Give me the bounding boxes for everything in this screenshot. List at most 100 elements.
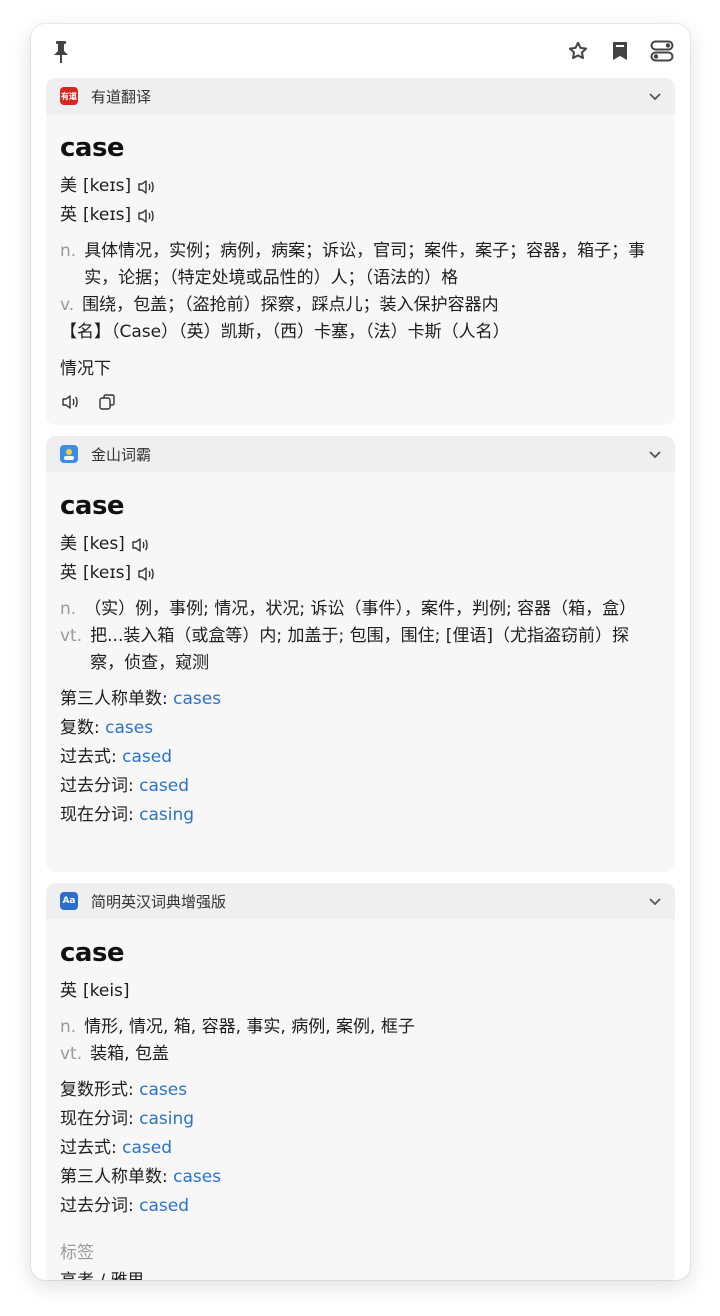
definition-text: 装箱, 包盖 [90, 1044, 169, 1064]
phonetic-label: 英 [60, 981, 77, 1001]
youdao-logo-icon: 有道 [60, 87, 78, 105]
word-form-link[interactable]: cased [122, 747, 172, 767]
definition-row: n. 具体情况，实例；病例，病案；诉讼，官司；案件，案子；容器，箱子；事实，论据… [60, 238, 661, 292]
part-of-speech: vt. [60, 1044, 83, 1064]
word-form-row: 第三人称单数: cases [60, 1163, 661, 1192]
word-form-label: 复数形式: [60, 1080, 134, 1100]
chevron-down-icon[interactable] [647, 893, 663, 909]
word-form-link[interactable]: cases [139, 1080, 187, 1100]
toggle-settings-icon[interactable] [650, 39, 674, 63]
toolbar-right [566, 39, 674, 63]
speaker-icon[interactable] [137, 207, 157, 225]
word-form-link[interactable]: cased [122, 1138, 172, 1158]
definition-text: （实）例，事例; 情况，状况; 诉讼（事件），案件，判例; 容器（箱，盒） [84, 599, 637, 619]
card-header[interactable]: Aa 简明英汉词典增强版 [46, 883, 675, 919]
word-form-row: 第三人称单数: cases [60, 685, 661, 714]
definition-row: n. （实）例，事例; 情况，状况; 诉讼（事件），案件，判例; 容器（箱，盒） [60, 596, 661, 623]
definition-text: 把...装入箱（或盒等）内; 加盖于; 包围，围住; [俚语]（尤指盗窃前）探察… [90, 626, 630, 673]
card-header[interactable]: 有道 有道翻译 [46, 78, 675, 114]
speaker-icon[interactable] [60, 391, 82, 413]
word-form-link[interactable]: cases [173, 689, 221, 709]
part-of-speech: n. [60, 599, 77, 619]
word-form-link[interactable]: cases [105, 718, 153, 738]
word-form-label: 第三人称单数: [60, 1167, 168, 1187]
phonetic-label: 美 [60, 176, 77, 196]
part-of-speech: n. [60, 241, 77, 261]
source-name: 简明英汉词典增强版 [91, 892, 227, 911]
translation-result: 情况下 [60, 359, 111, 379]
copy-icon[interactable] [96, 391, 118, 413]
phonetic-uk: 英 [keɪs] [60, 201, 661, 230]
bookmark-icon[interactable] [608, 39, 632, 63]
concise-dictionary-card: Aa 简明英汉词典增强版 case 英 [keis] n. 情形, 情况, 箱,… [46, 883, 675, 1280]
part-of-speech: vt. [60, 626, 83, 646]
chevron-down-icon[interactable] [647, 446, 663, 462]
phonetic-label: 英 [60, 563, 77, 583]
source-name: 金山词霸 [91, 445, 152, 464]
word-form-link[interactable]: cases [173, 1167, 221, 1187]
word-form-label: 过去分词: [60, 776, 134, 796]
definitions: n. （实）例，事例; 情况，状况; 诉讼（事件），案件，判例; 容器（箱，盒）… [60, 596, 661, 677]
definition-text: 围绕，包盖；（盗抢前）探察，踩点儿；装入保护容器内 [82, 295, 499, 315]
definitions: n. 情形, 情况, 箱, 容器, 事实, 病例, 案例, 框子 vt. 装箱,… [60, 1014, 661, 1068]
proper-noun-line: 【名】（Case）（英）凯斯，（西）卡塞，（法）卡斯（人名） [60, 322, 510, 342]
phonetic-us: 美 [keɪs] [60, 172, 661, 201]
speaker-icon[interactable] [131, 536, 151, 554]
headword: case [60, 938, 125, 968]
part-of-speech: n. [60, 1017, 77, 1037]
phonetic-ipa: [keɪs] [83, 205, 132, 225]
definitions: n. 具体情况，实例；病例，病案；诉讼，官司；案件，案子；容器，箱子；事实，论据… [60, 238, 661, 346]
youdao-card: 有道 有道翻译 case 美 [keɪs] 英 [keɪs] n. 具体情况，实… [46, 78, 675, 425]
word-form-row: 过去式: cased [60, 1134, 661, 1163]
part-of-speech: v. [60, 295, 75, 315]
jinshan-logo-icon [60, 445, 78, 463]
star-icon[interactable] [566, 39, 590, 63]
tags-value: 高考 / 雅思 [60, 1267, 661, 1280]
word-form-link[interactable]: cased [139, 776, 189, 796]
definition-text: 具体情况，实例；病例，病案；诉讼，官司；案件，案子；容器，箱子；事实，论据；（特… [84, 241, 646, 288]
word-form-row: 现在分词: casing [60, 801, 661, 830]
word-form-label: 过去式: [60, 1138, 117, 1158]
phonetic-us: 美 [kes] [60, 530, 661, 559]
pin-icon[interactable] [50, 40, 72, 64]
word-form-row: 过去式: cased [60, 743, 661, 772]
speaker-icon[interactable] [137, 178, 157, 196]
phonetic-uk: 英 [keɪs] [60, 559, 661, 588]
phonetic-ipa: [keis] [83, 981, 130, 1001]
headword: case [60, 491, 125, 521]
phonetic-label: 美 [60, 534, 77, 554]
word-forms: 复数形式: cases 现在分词: casing 过去式: cased 第三人称… [60, 1076, 661, 1221]
translation-window: 有道 有道翻译 case 美 [keɪs] 英 [keɪs] n. 具体情况，实… [31, 24, 690, 1280]
word-form-link[interactable]: casing [139, 805, 194, 825]
result-actions [60, 391, 661, 413]
tags-heading: 标签 [60, 1243, 94, 1263]
definition-row: v. 围绕，包盖；（盗抢前）探察，踩点儿；装入保护容器内 [60, 292, 661, 319]
word-form-label: 现在分词: [60, 1109, 134, 1129]
word-form-link[interactable]: casing [139, 1109, 194, 1129]
definition-row: vt. 装箱, 包盖 [60, 1041, 661, 1068]
title-bar [31, 24, 690, 78]
word-forms: 第三人称单数: cases 复数: cases 过去式: cased 过去分词:… [60, 685, 661, 830]
word-form-label: 过去式: [60, 747, 117, 767]
word-form-row: 复数: cases [60, 714, 661, 743]
speaker-icon[interactable] [137, 565, 157, 583]
jinshan-card: 金山词霸 case 美 [kes] 英 [keɪs] n. （实）例，事例; 情… [46, 436, 675, 872]
definition-text: 情形, 情况, 箱, 容器, 事实, 病例, 案例, 框子 [84, 1017, 415, 1037]
source-name: 有道翻译 [91, 87, 152, 106]
phonetic-ipa: [keɪs] [83, 563, 132, 583]
word-form-label: 现在分词: [60, 805, 134, 825]
headword: case [60, 133, 125, 163]
word-form-label: 过去分词: [60, 1196, 134, 1216]
phonetic-ipa: [keɪs] [83, 176, 132, 196]
dictionary-logo-icon: Aa [60, 892, 78, 910]
card-header[interactable]: 金山词霸 [46, 436, 675, 472]
definition-row: vt. 把...装入箱（或盒等）内; 加盖于; 包围，围住; [俚语]（尤指盗窃… [60, 623, 661, 677]
word-form-label: 第三人称单数: [60, 689, 168, 709]
word-form-label: 复数: [60, 718, 100, 738]
definition-row: n. 情形, 情况, 箱, 容器, 事实, 病例, 案例, 框子 [60, 1014, 661, 1041]
chevron-down-icon[interactable] [647, 88, 663, 104]
word-form-link[interactable]: cased [139, 1196, 189, 1216]
phonetic-ipa: [kes] [83, 534, 125, 554]
phonetic-uk: 英 [keis] [60, 977, 661, 1006]
phonetic-label: 英 [60, 205, 77, 225]
